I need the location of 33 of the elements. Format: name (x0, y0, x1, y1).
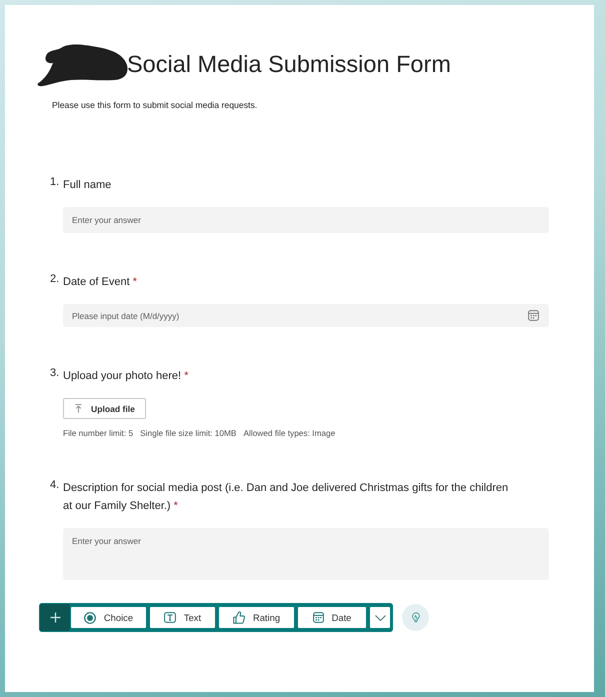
answer-text-area[interactable]: Enter your answer (63, 528, 549, 580)
date-field[interactable]: Please input date (M/d/yyyy) (63, 304, 549, 327)
question-type-button[interactable]: Choice (71, 607, 146, 628)
question-number: 2. (50, 272, 60, 287)
question-type-button[interactable]: Text (150, 607, 215, 628)
radio-icon (84, 612, 96, 624)
question-type-button[interactable]: Date (298, 607, 366, 628)
upload-limit-text: Single file size limit: 10MB (140, 427, 236, 439)
upload-file-button[interactable]: Upload file (63, 398, 146, 419)
form-title: Social Media Submission Form (127, 50, 451, 79)
question-number: 1. (50, 175, 60, 190)
question-label: Date of Event * (63, 276, 137, 288)
add-question-button[interactable] (40, 604, 70, 631)
question-number: 4. (50, 478, 60, 493)
text-box-icon (164, 612, 176, 623)
upload-limit-text: Allowed file types: Image (243, 427, 336, 439)
upload-limit-text: File number limit: 5 (63, 427, 134, 439)
more-types-button[interactable] (370, 607, 390, 628)
thumbs-up-icon (232, 611, 245, 624)
question-label: Upload your photo here! * (63, 370, 188, 382)
calendar-icon (312, 612, 324, 623)
question-label: Description for social media post (i.e. Dan and Joe delivered Christmas gifts for the children at our Family Shelter.) * (63, 482, 508, 512)
question-label: Full name (63, 179, 112, 191)
plus-icon (50, 612, 60, 623)
chevron-down-icon (374, 614, 386, 620)
lightbulb-icon (412, 612, 420, 623)
form-description: Please use this form to submit social media requests. (52, 99, 258, 111)
ideas-button[interactable] (402, 604, 429, 631)
calendar-icon[interactable] (528, 310, 539, 321)
question-type-button[interactable]: Rating (219, 607, 294, 628)
question-number: 3. (50, 366, 60, 381)
upload-icon (75, 404, 82, 413)
answer-field[interactable]: Enter your answer (63, 207, 549, 233)
